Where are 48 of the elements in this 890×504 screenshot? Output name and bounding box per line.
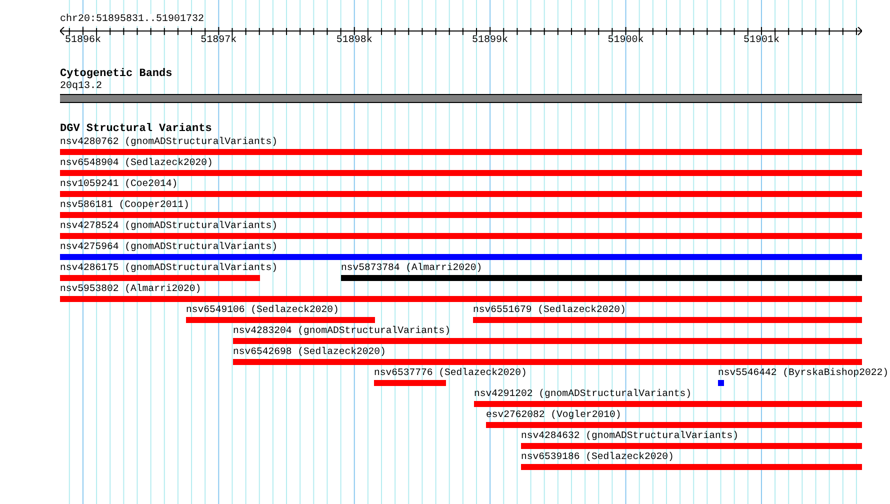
variant-label: nsv5546442 (ByrskaBishop2022) <box>718 367 888 379</box>
variant-label: nsv4286175 (gnomADStructuralVariants) <box>60 262 278 274</box>
variant-label: nsv6537776 (Sedlazeck2020) <box>374 367 527 379</box>
track-title: DGV Structural Variants <box>60 123 212 136</box>
variant-label: nsv586181 (Cooper2011) <box>60 199 190 211</box>
track-title: Cytogenetic Bands <box>60 68 172 81</box>
ruler-tick-label: 51897k <box>200 35 237 47</box>
ruler-tick-label: 51900k <box>608 35 644 47</box>
ruler-label: chr20:51895831..51901732 <box>60 14 204 26</box>
variant-bar[interactable] <box>474 401 862 407</box>
variant-bar[interactable] <box>60 233 862 239</box>
variant-label: nsv6542698 (Sedlazeck2020) <box>233 346 386 358</box>
variant-bar[interactable] <box>60 191 862 197</box>
variant-label: nsv6551679 (Sedlazeck2020) <box>473 304 626 316</box>
variant-bar[interactable] <box>521 464 862 470</box>
variant-label: nsv5873784 (Almarri2020) <box>341 262 482 274</box>
variant-label: nsv4284632 (gnomADStructuralVariants) <box>521 430 739 442</box>
variant-label: nsv6548904 (Sedlazeck2020) <box>60 157 213 169</box>
variant-label: nsv4283204 (gnomADStructuralVariants) <box>233 325 451 337</box>
variant-label: nsv5953802 (Almarri2020) <box>60 283 202 295</box>
variant-bar[interactable] <box>233 359 862 365</box>
variant-label: nsv6539186 (Sedlazeck2020) <box>521 451 674 463</box>
ruler-tick-label: 51901k <box>743 35 780 47</box>
variant-bar[interactable] <box>486 422 862 428</box>
variant-bar[interactable] <box>521 443 862 449</box>
variant-bar[interactable] <box>60 149 862 155</box>
variant-label: nsv4278524 (gnomADStructuralVariants) <box>60 220 278 232</box>
variant-label: nsv4280762 (gnomADStructuralVariants) <box>60 136 278 148</box>
ruler-tick-label: 51896k <box>64 35 101 47</box>
ruler-tick-label: 51898k <box>336 35 372 47</box>
variant-label: esv2762082 (Vogler2010) <box>486 409 622 421</box>
variant-label: nsv4291202 (gnomADStructuralVariants) <box>474 388 692 400</box>
variant-label: nsv4275964 (gnomADStructuralVariants) <box>60 241 278 253</box>
variant-bar[interactable] <box>718 380 724 386</box>
variant-bar[interactable] <box>60 275 260 281</box>
variant-label: nsv6549106 (Sedlazeck2020) <box>186 304 339 316</box>
variant-label: nsv1059241 (Coe2014) <box>60 178 178 190</box>
variant-bar[interactable] <box>341 275 862 281</box>
ruler-tick-label: 51899k <box>472 35 508 47</box>
variant-bar[interactable] <box>186 317 375 323</box>
variant-bar[interactable] <box>374 380 446 386</box>
variant-bar[interactable] <box>60 170 862 176</box>
variant-bar[interactable] <box>60 296 862 302</box>
variant-bar[interactable] <box>473 317 862 323</box>
band-label: 20q13.2 <box>60 81 102 93</box>
variant-bar[interactable] <box>60 254 862 260</box>
variant-bar[interactable] <box>60 212 862 218</box>
variant-bar[interactable] <box>233 338 862 344</box>
